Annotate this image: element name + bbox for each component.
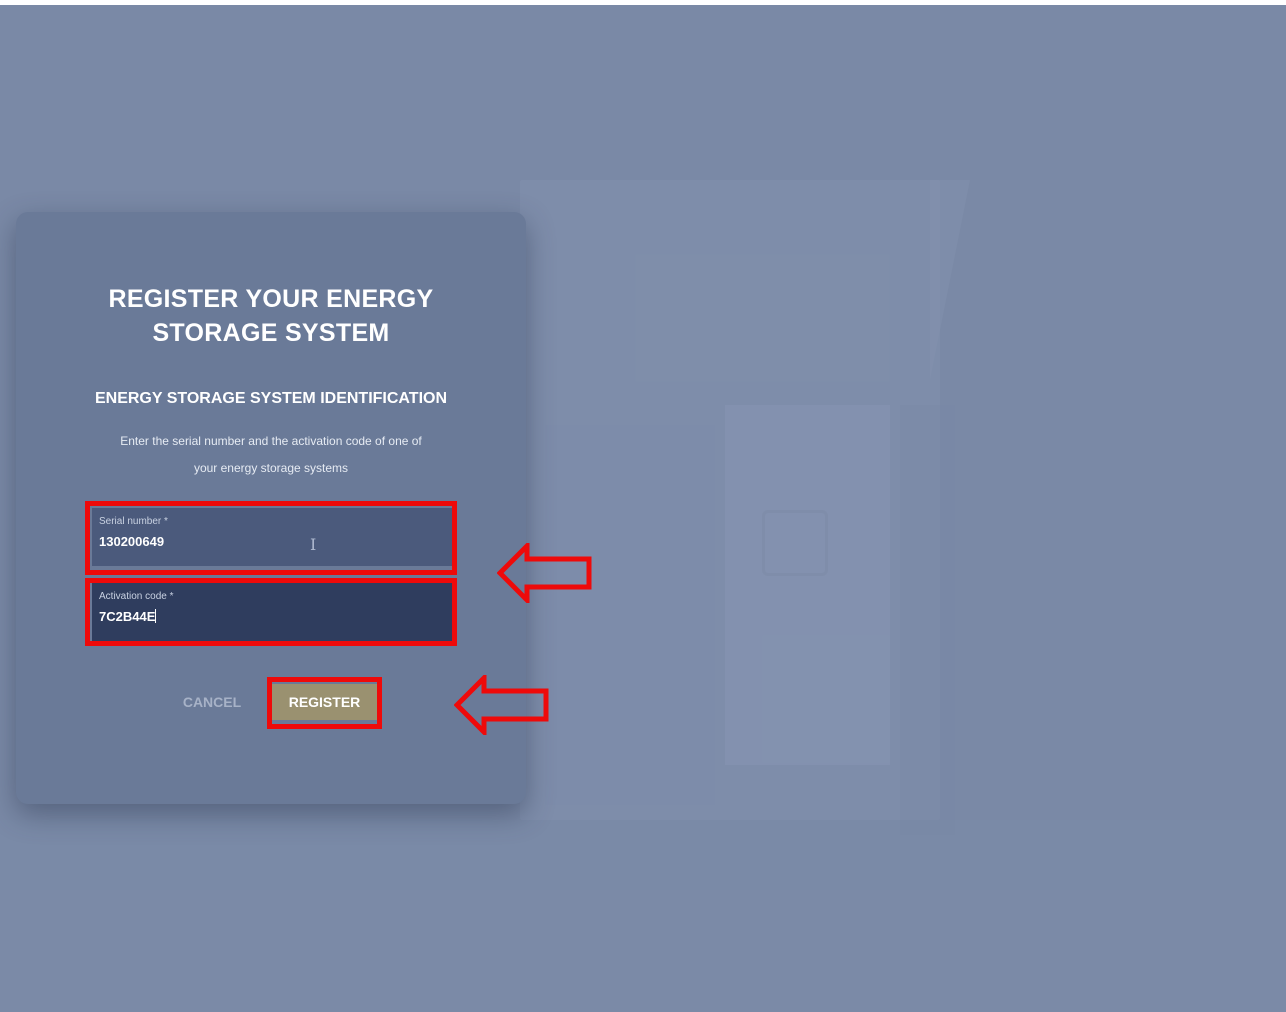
- background-door: [545, 425, 715, 805]
- dialog-title-line-1: REGISTER YOUR ENERGY: [108, 285, 434, 313]
- background-fixture: [762, 510, 828, 576]
- instructions-text: Enter the serial number and the activati…: [86, 428, 456, 482]
- background-ground: [0, 820, 1286, 1012]
- activation-code-highlight: [85, 578, 457, 646]
- background-window: [725, 405, 890, 765]
- section-heading: ENERGY STORAGE SYSTEM IDENTIFICATION: [94, 390, 448, 407]
- instructions-line-2: your energy storage systems: [193, 461, 349, 475]
- instructions-line-1: Enter the serial number and the activati…: [120, 434, 422, 448]
- background-wall-side: [900, 405, 955, 835]
- top-strip: [0, 0, 1286, 5]
- register-button-highlight: [267, 677, 382, 729]
- dialog-title-line-2: STORAGE SYSTEM: [152, 319, 390, 347]
- background-house-roof: [930, 180, 970, 380]
- serial-number-highlight: [85, 501, 457, 575]
- left-arrow-icon: [497, 543, 592, 603]
- left-arrow-icon: [454, 675, 549, 735]
- cancel-button[interactable]: CANCEL: [176, 688, 248, 716]
- dialog-title: REGISTER YOUR ENERGY STORAGE SYSTEM: [16, 282, 526, 350]
